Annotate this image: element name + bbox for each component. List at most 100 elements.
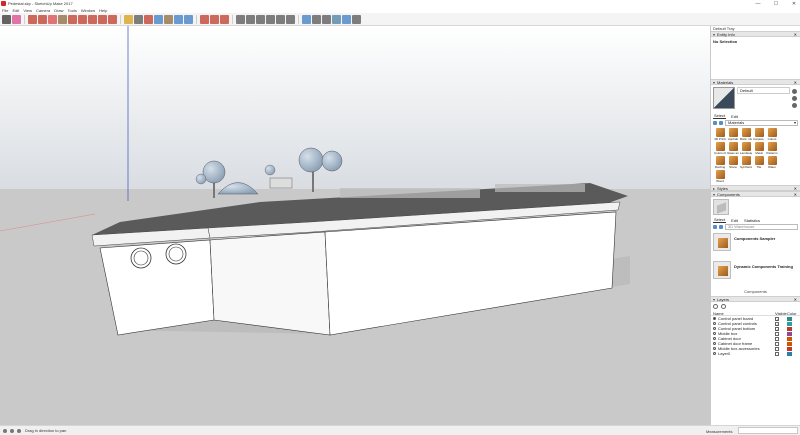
shaded-icon[interactable] (332, 14, 341, 24)
paint-bucket-icon[interactable] (58, 14, 67, 24)
right-view-icon[interactable] (266, 14, 275, 24)
material-library-item[interactable]: Wood (714, 170, 726, 183)
material-library-item[interactable]: Patterns (766, 142, 778, 155)
layer-name[interactable]: Layer0 (718, 351, 730, 356)
display-secondary-icon[interactable] (792, 89, 797, 94)
layer-color-swatch[interactable] (787, 351, 792, 356)
material-library-item[interactable]: Roofing (714, 156, 726, 169)
layer-row[interactable]: Layer0 (711, 351, 800, 356)
layer-color-swatch[interactable] (787, 326, 792, 331)
menu-tools[interactable]: Tools (68, 8, 77, 13)
visible-checkbox[interactable]: ✓ (775, 321, 779, 327)
left-view-icon[interactable] (286, 14, 295, 24)
menu-view[interactable]: View (23, 8, 32, 13)
layers-header[interactable]: ▾ Layers ✕ (711, 296, 800, 302)
create-material-icon[interactable] (792, 96, 797, 101)
visible-checkbox[interactable] (775, 346, 779, 351)
active-layer-radio[interactable] (713, 337, 716, 340)
active-layer-radio[interactable] (713, 347, 716, 350)
xray-icon[interactable] (302, 14, 311, 24)
close-button[interactable]: ✕ (790, 1, 798, 7)
axes-icon[interactable] (144, 14, 153, 24)
iso-view-icon[interactable] (236, 14, 245, 24)
material-library-item[interactable]: Stone (727, 156, 739, 169)
visible-checkbox[interactable]: ✓ (775, 326, 779, 332)
offset-icon[interactable] (108, 14, 117, 24)
home-icon[interactable] (719, 225, 723, 229)
back-view-icon[interactable] (276, 14, 285, 24)
close-panel-icon[interactable]: ✕ (794, 80, 797, 85)
visible-checkbox[interactable]: ✓ (775, 316, 779, 322)
move-icon[interactable] (68, 14, 77, 24)
help-icon[interactable] (17, 428, 21, 433)
material-library-item[interactable]: Landscap (740, 142, 752, 155)
extension-icon[interactable] (210, 14, 219, 24)
layer-color-swatch[interactable] (787, 336, 792, 341)
menu-window[interactable]: Window (81, 8, 95, 13)
warehouse-search-input[interactable]: 3D Warehouse (725, 224, 798, 230)
material-name-field[interactable]: Default (737, 87, 790, 94)
entity-info-header[interactable]: ▾ Entity Info ✕ (711, 31, 800, 37)
tab-select[interactable]: Select (713, 217, 727, 223)
front-view-icon[interactable] (256, 14, 265, 24)
tab-statistics[interactable]: Statistics (743, 218, 761, 223)
close-panel-icon[interactable]: ✕ (794, 32, 797, 37)
shape-icon[interactable] (48, 14, 57, 24)
component-list-item[interactable]: Dynamic Components Training (711, 259, 800, 287)
layer-color-swatch[interactable] (787, 346, 792, 351)
layer-color-swatch[interactable] (787, 321, 792, 326)
hidden-line-icon[interactable] (322, 14, 331, 24)
material-library-item[interactable]: Colors-Na (714, 142, 726, 155)
warehouse-icon[interactable] (200, 14, 209, 24)
select-arrow-icon[interactable] (2, 14, 11, 24)
back-icon[interactable] (713, 120, 717, 125)
pencil-icon[interactable] (28, 14, 37, 24)
minimize-button[interactable]: — (754, 1, 762, 7)
view-options-icon[interactable] (713, 225, 717, 229)
home-icon[interactable] (719, 120, 723, 125)
material-library-item[interactable]: Brick, Cla (740, 128, 752, 141)
arc-icon[interactable] (38, 14, 47, 24)
material-library-item[interactable]: Synthetic (740, 156, 752, 169)
menu-edit[interactable]: Edit (12, 8, 19, 13)
close-panel-icon[interactable]: ✕ (794, 192, 797, 197)
active-layer-radio[interactable] (713, 332, 716, 335)
active-layer-radio[interactable] (713, 322, 716, 325)
monochrome-icon[interactable] (352, 14, 361, 24)
active-layer-radio[interactable] (713, 342, 716, 345)
tab-select[interactable]: Select (713, 113, 727, 119)
materials-library-select[interactable]: Materials (725, 119, 798, 126)
layer-color-swatch[interactable] (787, 316, 792, 321)
layer-color-swatch[interactable] (787, 331, 792, 336)
scale-icon[interactable] (98, 14, 107, 24)
material-library-item[interactable]: Colors (766, 128, 778, 141)
visible-checkbox[interactable] (775, 331, 779, 336)
close-panel-icon[interactable]: ✕ (794, 297, 797, 302)
credits-icon[interactable] (10, 428, 14, 433)
components-header[interactable]: ▾ Components ✕ (711, 191, 800, 197)
menu-help[interactable]: Help (99, 8, 107, 13)
shaded-texture-icon[interactable] (342, 14, 351, 24)
visible-checkbox[interactable] (775, 341, 779, 346)
maximize-button[interactable]: ☐ (772, 1, 780, 7)
text-icon[interactable] (134, 14, 143, 24)
push-pull-icon[interactable] (78, 14, 87, 24)
measurements-input[interactable] (738, 427, 798, 434)
layer-color-swatch[interactable] (787, 341, 792, 346)
material-library-item[interactable]: Glass and (727, 142, 739, 155)
current-material-swatch[interactable] (713, 87, 735, 109)
rotate-icon[interactable] (88, 14, 97, 24)
sample-paint-icon[interactable] (792, 103, 797, 108)
material-library-item[interactable]: Water (766, 156, 778, 169)
delete-layer-icon[interactable] (721, 304, 726, 309)
zoom-icon[interactable] (174, 14, 183, 24)
active-layer-radio[interactable] (713, 327, 716, 330)
active-layer-radio[interactable] (713, 352, 716, 355)
eraser-icon[interactable] (12, 14, 21, 24)
material-library-item[interactable]: Asphalt (727, 128, 739, 141)
visible-checkbox[interactable] (775, 336, 779, 341)
menu-camera[interactable]: Camera (36, 8, 50, 13)
tab-edit[interactable]: Edit (730, 218, 739, 223)
material-library-item[interactable]: 3D Printi (714, 128, 726, 141)
component-list-item[interactable]: Components Sampler (711, 231, 800, 259)
